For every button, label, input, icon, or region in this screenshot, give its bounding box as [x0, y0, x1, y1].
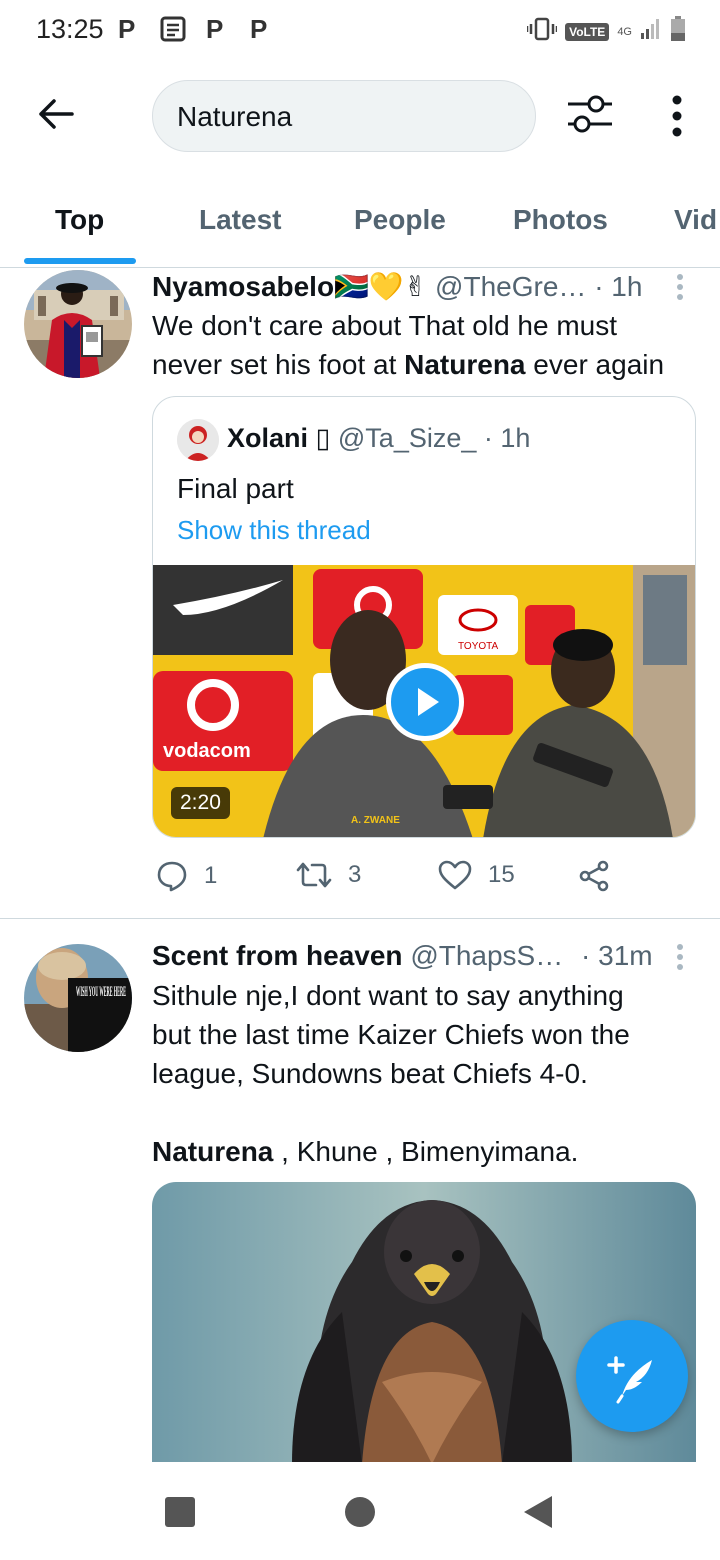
battery-icon — [670, 16, 686, 47]
sliders-icon — [568, 95, 612, 133]
more-options-button[interactable] — [662, 92, 692, 140]
avatar[interactable]: WISH YOU WERE HERE — [24, 944, 132, 1052]
system-navigation-bar — [0, 1462, 720, 1560]
tweet-menu-button[interactable] — [672, 942, 688, 972]
display-name[interactable]: Nyamosabelo🇿🇦💛✌ — [152, 271, 427, 302]
notification-p-icon: P — [250, 14, 268, 44]
handle[interactable]: @TheGre… — [435, 271, 586, 302]
quote-header: Xolani ▯ @Ta_Size_ · 1h — [227, 423, 530, 454]
tab-latest[interactable]: Latest — [199, 204, 281, 236]
news-notification-icon — [160, 16, 186, 47]
tab-people[interactable]: People — [354, 204, 446, 236]
notification-p-icon: P — [206, 14, 224, 44]
video-thumbnail[interactable]: vodacom TOYOTA A. ZWANE 2:20 — [153, 565, 695, 837]
arrow-left-icon — [39, 99, 74, 129]
tweet[interactable]: Nyamosabelo🇿🇦💛✌ @TheGre… · 1h We don't c… — [0, 268, 720, 918]
reply-count: 1 — [204, 862, 218, 889]
search-tabs: Top Latest People Photos Vid — [0, 170, 720, 268]
handle[interactable]: @ThapsS… — [410, 940, 563, 971]
tweet-text-spacer — [152, 1093, 697, 1132]
quote-handle: @Ta_Size_ — [337, 423, 477, 453]
quote-avatar[interactable] — [177, 419, 219, 461]
back-triangle-icon[interactable] — [522, 1494, 554, 1530]
search-query: Naturena — [177, 101, 293, 132]
recent-apps-icon[interactable] — [164, 1496, 196, 1528]
compose-tweet-button[interactable] — [576, 1320, 688, 1432]
quote-display-name: Xolani ▯ — [227, 423, 331, 453]
search-input[interactable]: Naturena — [152, 80, 536, 152]
network-type: 4G — [617, 25, 632, 38]
show-thread-link[interactable]: Show this thread — [177, 515, 371, 546]
video-brand-text-2: TOYOTA — [458, 641, 499, 652]
tweet-text-line: but the last time Kaizer Chiefs won the — [152, 1019, 630, 1050]
home-icon[interactable] — [344, 1496, 376, 1528]
more-vertical-icon — [677, 944, 683, 970]
play-icon — [418, 688, 439, 716]
video-brand-text: vodacom — [163, 740, 251, 762]
status-right: VoLTE 4G — [526, 16, 686, 47]
notification-p-icon: P — [118, 14, 136, 44]
tweet-menu-button[interactable] — [672, 272, 688, 302]
feather-plus-icon — [607, 1356, 652, 1404]
quote-timestamp: · 1h — [483, 423, 531, 453]
tweet-text-line: league, Sundowns beat Chiefs 4-0. — [152, 1058, 588, 1089]
play-button[interactable] — [386, 663, 464, 741]
signal-icon — [640, 18, 662, 45]
vibrate-icon — [526, 17, 558, 46]
tweet-text-line: Sithule nje,I dont want to say anything — [152, 980, 624, 1011]
video-duration: 2:20 — [171, 787, 230, 819]
video-jacket-text: A. ZWANE — [351, 815, 400, 826]
tab-photos[interactable]: Photos — [513, 204, 608, 236]
tweet-header: Scent from heaven @ThapsS… · 31m — [152, 940, 653, 972]
display-name[interactable]: Scent from heaven — [152, 940, 403, 971]
more-vertical-icon — [677, 274, 683, 300]
back-button[interactable] — [30, 88, 82, 140]
more-vertical-icon — [672, 95, 682, 137]
tweet-text-segment: never set his foot at — [152, 349, 405, 380]
tab-videos[interactable]: Vid — [674, 204, 717, 236]
reply-button[interactable]: 1 — [156, 860, 217, 892]
tweet-text-line: never set his foot at Naturena ever agai… — [152, 345, 697, 384]
quote-text: Final part — [177, 473, 294, 504]
reply-icon — [157, 861, 187, 892]
share-icon — [579, 860, 609, 892]
avatar-shirt-text: WISH YOU WERE HERE — [76, 984, 126, 1000]
avatar[interactable] — [24, 270, 132, 378]
timestamp: · 31m — [581, 940, 653, 971]
tweet-text-segment: ever again — [525, 349, 665, 380]
share-button[interactable] — [578, 860, 610, 892]
tweet-actions: 1 3 15 — [152, 860, 697, 900]
tweet-text-line: Naturena , Khune , Bimenyimana. — [152, 1132, 697, 1171]
search-term-highlight: Naturena — [404, 349, 526, 380]
volte-badge: VoLTE — [565, 22, 610, 41]
search-filter-button[interactable] — [566, 92, 618, 140]
tweet-divider — [0, 918, 720, 919]
active-tab-indicator — [24, 258, 136, 264]
quoted-tweet[interactable]: Xolani ▯ @Ta_Size_ · 1h Final part Show … — [152, 396, 696, 838]
search-header: Naturena — [0, 62, 720, 170]
tweet-header: Nyamosabelo🇿🇦💛✌ @TheGre… · 1h — [152, 270, 642, 303]
heart-icon — [438, 860, 472, 890]
like-button[interactable]: 15 — [438, 860, 515, 890]
tweet-text: Sithule nje,I dont want to say anything … — [152, 976, 697, 1171]
status-time: 13:25 — [36, 14, 104, 44]
retweet-icon — [296, 862, 332, 888]
timestamp: · 1h — [594, 271, 643, 302]
tweet-text-line: We don't care about That old he must — [152, 310, 618, 341]
status-bar: 13:25 P P P VoLTE 4G — [0, 0, 720, 62]
retweet-button[interactable]: 3 — [296, 860, 361, 890]
tweet-text: We don't care about That old he must nev… — [152, 306, 697, 384]
retweet-count: 3 — [348, 861, 362, 888]
like-count: 15 — [488, 861, 515, 888]
tweet-text-segment: , Khune , Bimenyimana. — [273, 1136, 579, 1167]
search-term-highlight: Naturena — [152, 1136, 274, 1167]
tab-top[interactable]: Top — [55, 204, 104, 236]
